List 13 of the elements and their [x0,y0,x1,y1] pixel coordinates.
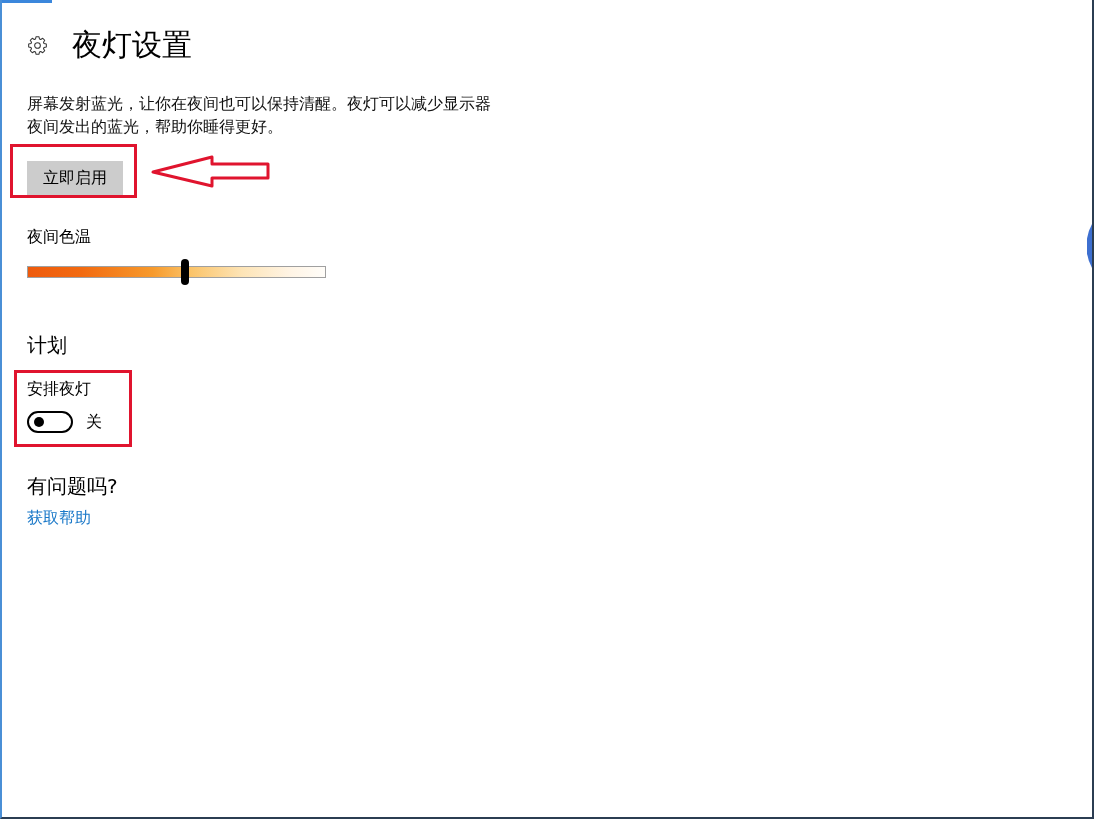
toggle-state-text: 关 [86,411,102,433]
toggle-switch[interactable] [27,411,73,433]
settings-icon [28,35,47,55]
section-heading: 有问题吗? [27,473,118,500]
slider-thumb[interactable] [181,259,190,285]
description-text: 屏幕发射蓝光，让你在夜间也可以保持清醒。夜灯可以减少显示器夜间发出的蓝光，帮助你睡得更好。 [27,93,492,138]
accent-bar [2,0,52,3]
enable-button[interactable]: 立即启用 [27,161,123,195]
window-title: 夜灯设置 [72,27,192,63]
section-heading: 计划 [27,332,67,359]
slider-label: 夜间色温 [27,226,91,248]
help-link[interactable]: 获取帮助 [27,507,91,529]
toggle-label: 安排夜灯 [27,378,91,400]
